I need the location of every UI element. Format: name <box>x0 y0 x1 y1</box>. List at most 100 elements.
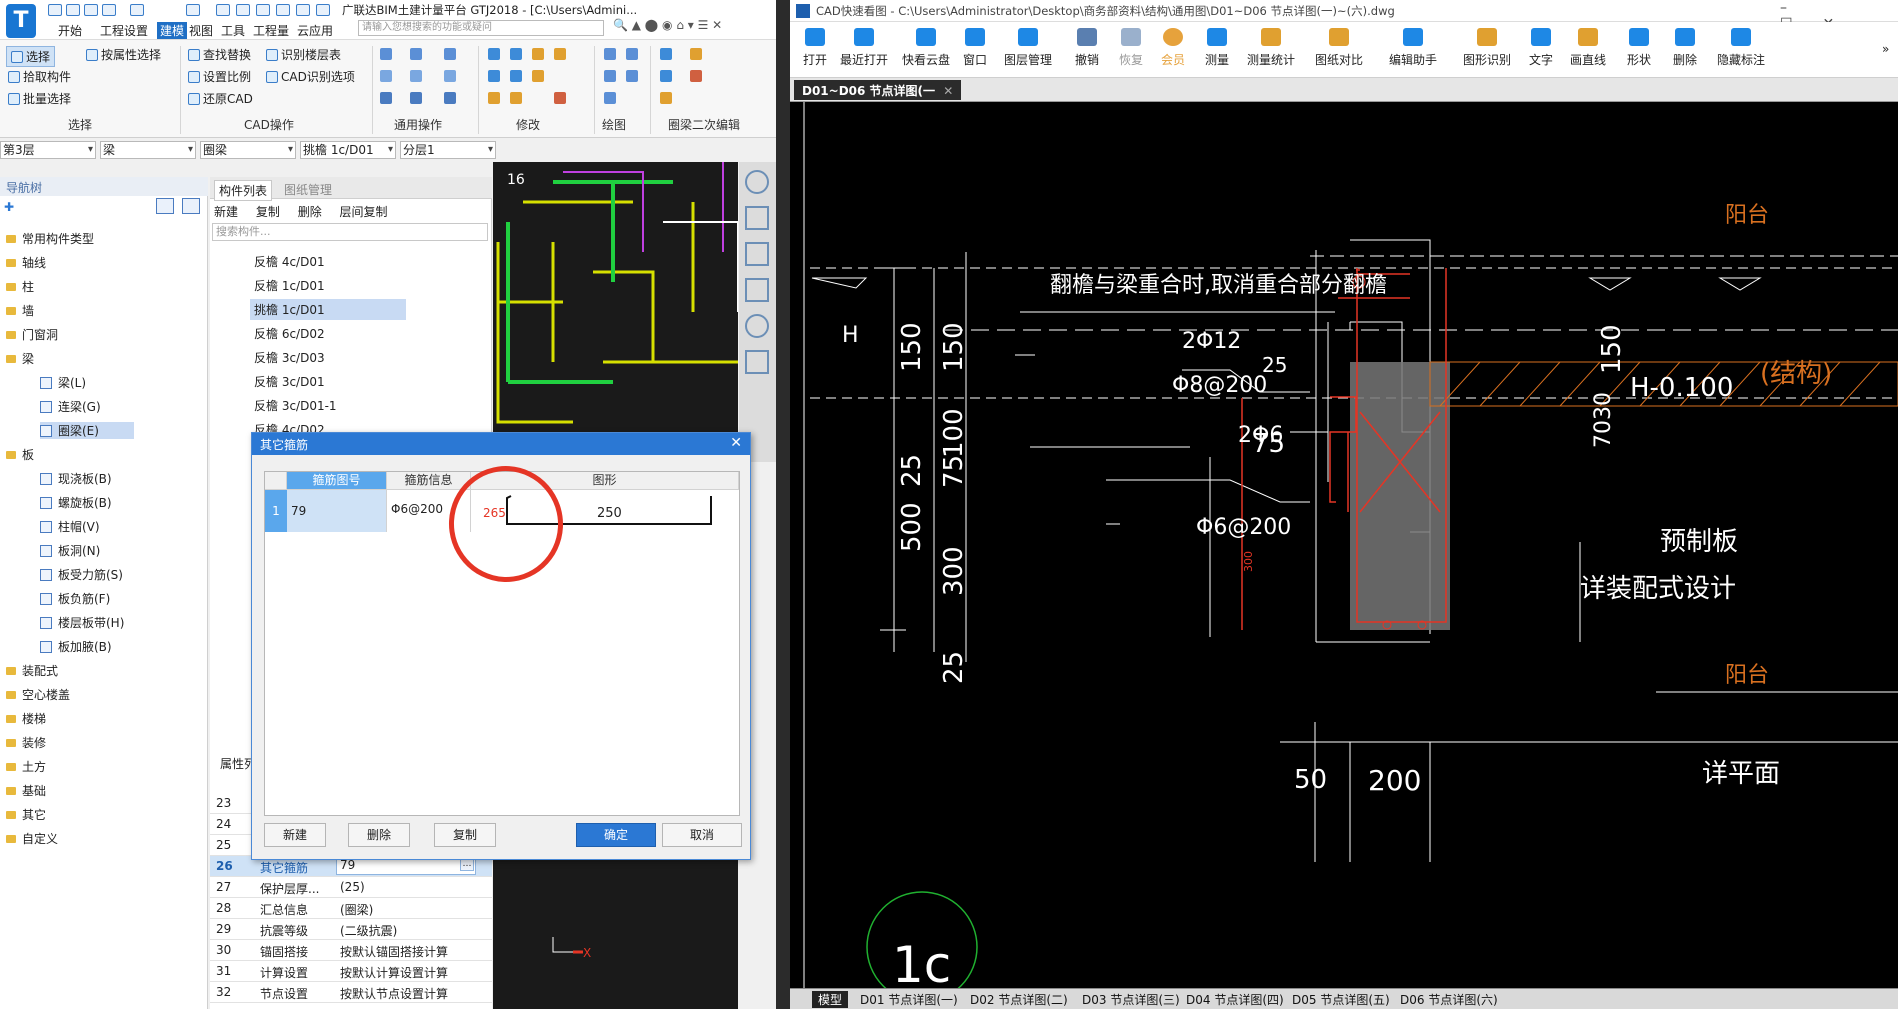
stretch-icon[interactable] <box>488 70 500 82</box>
camera-icon[interactable] <box>316 4 330 16</box>
toolbar-layer[interactable]: 图层管理 <box>1000 28 1056 68</box>
toolbar-line[interactable]: 画直线 <box>1562 28 1614 68</box>
prop-value[interactable]: 按默认锚固搭接计算 <box>340 943 448 960</box>
rotate-icon[interactable] <box>380 70 392 82</box>
toolbar-compare[interactable]: 图纸对比 <box>1310 28 1368 68</box>
cad-drawing[interactable]: 翻檐与梁重合时,取消重合部分翻檐 2Φ12 Φ8@200 2Φ6 Φ6@200 … <box>790 102 1898 988</box>
search-input[interactable]: 请输入您想搜索的功能或疑问 <box>358 20 604 36</box>
tree-item-cast-slab[interactable]: 现浇板(B) <box>40 470 112 487</box>
orbit-icon[interactable] <box>745 170 769 194</box>
lock-icon[interactable] <box>380 92 392 104</box>
toolbar-open[interactable]: 打开 <box>792 28 838 68</box>
menu-start[interactable]: 开始 <box>58 22 82 39</box>
list-item[interactable]: 反檐 1c/D01 <box>254 277 325 294</box>
tree-folder-custom[interactable]: 自定义 <box>6 830 58 847</box>
tree-folder-beam[interactable]: 梁 <box>6 350 34 367</box>
ellipsis-button[interactable]: … <box>460 859 474 871</box>
toolbar-text[interactable]: 文字 <box>1518 28 1564 68</box>
list-item[interactable]: 反檐 6c/D02 <box>254 325 325 342</box>
grid-view-icon[interactable] <box>745 350 769 374</box>
settings-icon[interactable] <box>296 4 310 16</box>
menu-cloud[interactable]: 云应用 <box>297 22 333 39</box>
type-select[interactable]: 圈梁 <box>200 141 296 159</box>
tree-item-column-cap[interactable]: 柱帽(V) <box>40 518 100 535</box>
open-icon[interactable] <box>66 4 80 16</box>
prop-value[interactable]: (圈梁) <box>340 901 373 918</box>
chamfer-icon[interactable] <box>510 92 522 104</box>
tree-folder-stairs[interactable]: 楼梯 <box>6 710 46 727</box>
tree-folder-hollow[interactable]: 空心楼盖 <box>6 686 70 703</box>
find-replace-button[interactable]: 查找替换 <box>188 46 251 63</box>
beam-rebar-icon[interactable] <box>690 70 702 82</box>
more-icon[interactable]: » <box>1882 42 1889 56</box>
trim-icon[interactable] <box>510 48 522 60</box>
toolbar-window[interactable]: 窗口 <box>952 28 998 68</box>
copy-icon[interactable] <box>380 48 392 60</box>
toolbar-measure[interactable]: 测量 <box>1194 28 1240 68</box>
toolbar-edit-helper[interactable]: 编辑助手 <box>1382 28 1444 68</box>
tab-model[interactable]: 模型 <box>812 991 849 1008</box>
split-icon[interactable] <box>532 70 544 82</box>
extend-icon[interactable] <box>488 48 500 60</box>
box-icon[interactable] <box>745 278 769 302</box>
tree-item-slab-strip[interactable]: 楼层板带(H) <box>40 614 124 631</box>
prop-value[interactable]: (二级抗震) <box>340 922 397 939</box>
beam-edit-icon[interactable] <box>660 48 672 60</box>
tree-item-neg-rebar[interactable]: 板负筋(F) <box>40 590 110 607</box>
col-code-header[interactable]: 箍筋图号 <box>287 472 387 490</box>
list-item[interactable]: 反檐 3c/D01-1 <box>254 397 337 414</box>
move-icon[interactable] <box>410 48 422 60</box>
tree-folder-prefab[interactable]: 装配式 <box>6 662 58 679</box>
stirrup-dim-main[interactable]: 250 <box>597 506 622 521</box>
tree-item-slab-hole[interactable]: 板洞(N) <box>40 542 100 559</box>
select-button[interactable]: 选择 <box>6 46 56 67</box>
list-item[interactable]: 反檐 4c/D01 <box>254 253 325 270</box>
help-icons[interactable]: 🔍 ▲ ⬤ ◉ ⌂ ▾ ☰ ✕ <box>613 18 773 36</box>
toolbar-vip[interactable]: 会员 <box>1150 28 1196 68</box>
tab-d06[interactable]: D06 节点详图(六) <box>1400 991 1498 1008</box>
recognize-floor-button[interactable]: 识别楼层表 <box>266 46 341 63</box>
toolbar-hide-dims[interactable]: 隐藏标注 <box>1710 28 1772 68</box>
close-icon[interactable]: ✕ <box>730 435 742 451</box>
list-view-icon[interactable] <box>156 198 174 214</box>
prop-value[interactable]: (25) <box>340 880 365 894</box>
tree-folder-foundation[interactable]: 基础 <box>6 782 46 799</box>
layer-select[interactable]: 分层1 <box>400 141 496 159</box>
view-icon[interactable] <box>216 4 230 16</box>
brush-icon[interactable] <box>554 92 566 104</box>
menu-quantity[interactable]: 工程量 <box>253 22 289 39</box>
tree-folder-other[interactable]: 其它 <box>6 806 46 823</box>
tree-folder-axis[interactable]: 轴线 <box>6 254 46 271</box>
redo-icon[interactable] <box>130 4 144 16</box>
toolbar-recent[interactable]: 最近打开 <box>834 28 894 68</box>
menu-modeling[interactable]: 建模 <box>157 22 188 39</box>
undo-icon[interactable] <box>102 4 116 16</box>
set-scale-button[interactable]: 设置比例 <box>188 68 251 85</box>
menu-tools[interactable]: 工具 <box>221 22 245 39</box>
new-button[interactable]: 新建 <box>264 823 326 847</box>
floor-copy-button[interactable]: 层间复制 <box>340 205 388 219</box>
grid-icon[interactable] <box>410 92 422 104</box>
edit-icon[interactable] <box>256 4 270 16</box>
menu-project-settings[interactable]: 工程设置 <box>100 22 148 39</box>
pan-icon[interactable] <box>745 242 769 266</box>
point-icon[interactable] <box>604 48 616 60</box>
new-file-icon[interactable] <box>48 4 62 16</box>
component-select[interactable]: 挑檐 1c/D01 <box>300 141 396 159</box>
cloud-icon[interactable] <box>236 4 250 16</box>
line-icon[interactable] <box>604 70 616 82</box>
list-item[interactable]: 反檐 3c/D01 <box>254 373 325 390</box>
tab-close-icon[interactable]: ✕ <box>943 84 953 98</box>
tree-item-beam[interactable]: 梁(L) <box>40 374 86 391</box>
delete-button[interactable]: 删除 <box>348 823 410 847</box>
align-icon[interactable] <box>510 70 522 82</box>
list-item[interactable]: 反檐 3c/D03 <box>254 349 325 366</box>
doc-tab-active[interactable]: D01~D06 节点详图(一 ✕ <box>794 80 962 100</box>
filter-icon[interactable] <box>444 92 456 104</box>
toolbar-recognize[interactable]: 图形识别 <box>1456 28 1518 68</box>
component-search[interactable]: 搜索构件... <box>212 223 488 241</box>
tab-d02[interactable]: D02 节点详图(二) <box>970 991 1068 1008</box>
col-info-header[interactable]: 箍筋信息 <box>387 472 471 490</box>
delete-icon[interactable] <box>488 92 500 104</box>
by-attr-button[interactable]: 按属性选择 <box>86 46 161 63</box>
